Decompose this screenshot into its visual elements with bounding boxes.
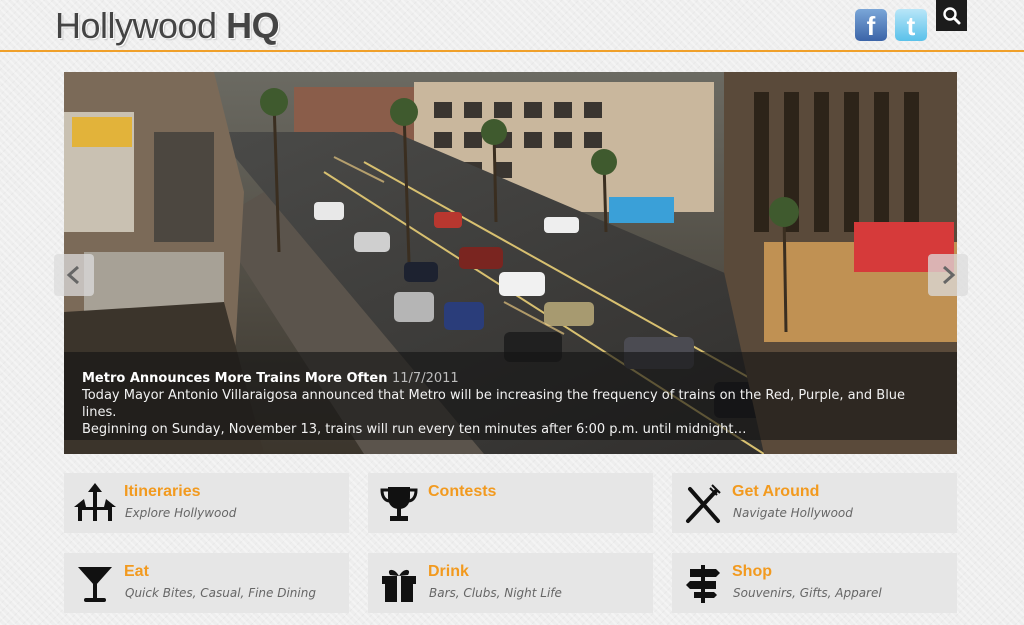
site-logo[interactable]: Hollywood HQ [55, 5, 280, 47]
tile-get-around[interactable]: Get Around Navigate Hollywood [672, 473, 957, 533]
tile-subtitle: Souvenirs, Gifts, Apparel [733, 586, 882, 600]
tile-drink[interactable]: Drink Bars, Clubs, Night Life [368, 553, 653, 613]
gift-box-icon [382, 569, 416, 602]
slide-caption[interactable]: Metro Announces More Trains More Often 1… [64, 352, 957, 440]
slide-summary-line: Beginning on Sunday, November 13, trains… [82, 422, 747, 437]
tile-title: Eat [124, 563, 149, 580]
tile-subtitle: Bars, Clubs, Night Life [429, 586, 562, 600]
news-slider[interactable]: Metro Announces More Trains More Often 1… [64, 72, 957, 454]
slider-prev-button[interactable] [54, 254, 94, 296]
tile-title: Itineraries [124, 483, 201, 500]
trophy-icon [380, 487, 418, 521]
tile-subtitle: Quick Bites, Casual, Fine Dining [125, 586, 316, 600]
tile-title: Drink [428, 563, 469, 580]
tile-eat[interactable]: Eat Quick Bites, Casual, Fine Dining [64, 553, 349, 613]
slide-date: 11/7/2011 [392, 371, 459, 386]
signpost-arrows-icon [74, 483, 116, 521]
tile-contests[interactable]: Contests [368, 473, 653, 533]
slide-headline[interactable]: Metro Announces More Trains More Often [82, 371, 387, 386]
chevron-right-icon [943, 265, 956, 285]
tile-subtitle: Navigate Hollywood [733, 506, 853, 520]
tile-title: Get Around [732, 483, 820, 500]
tile-title: Contests [428, 483, 497, 500]
tile-subtitle: Explore Hollywood [125, 506, 237, 520]
site-header: Hollywood HQ f t [0, 0, 1024, 52]
logo-text: Hollywood [55, 5, 217, 46]
logo-text-bold: HQ [226, 5, 280, 46]
twitter-icon[interactable]: t [895, 9, 927, 41]
chevron-left-icon [66, 265, 79, 285]
directional-sign-icon [686, 565, 720, 603]
tile-itineraries[interactable]: Itineraries Explore Hollywood [64, 473, 349, 533]
slide-summary-line: Today Mayor Antonio Villaraigosa announc… [82, 388, 906, 420]
crossed-utensils-icon [686, 484, 721, 523]
search-icon [943, 7, 961, 25]
slider-next-button[interactable] [928, 254, 968, 296]
martini-glass-icon [78, 567, 112, 602]
tile-shop[interactable]: Shop Souvenirs, Gifts, Apparel [672, 553, 957, 613]
search-button[interactable] [936, 0, 967, 31]
tile-title: Shop [732, 563, 772, 580]
facebook-icon[interactable]: f [855, 9, 887, 41]
